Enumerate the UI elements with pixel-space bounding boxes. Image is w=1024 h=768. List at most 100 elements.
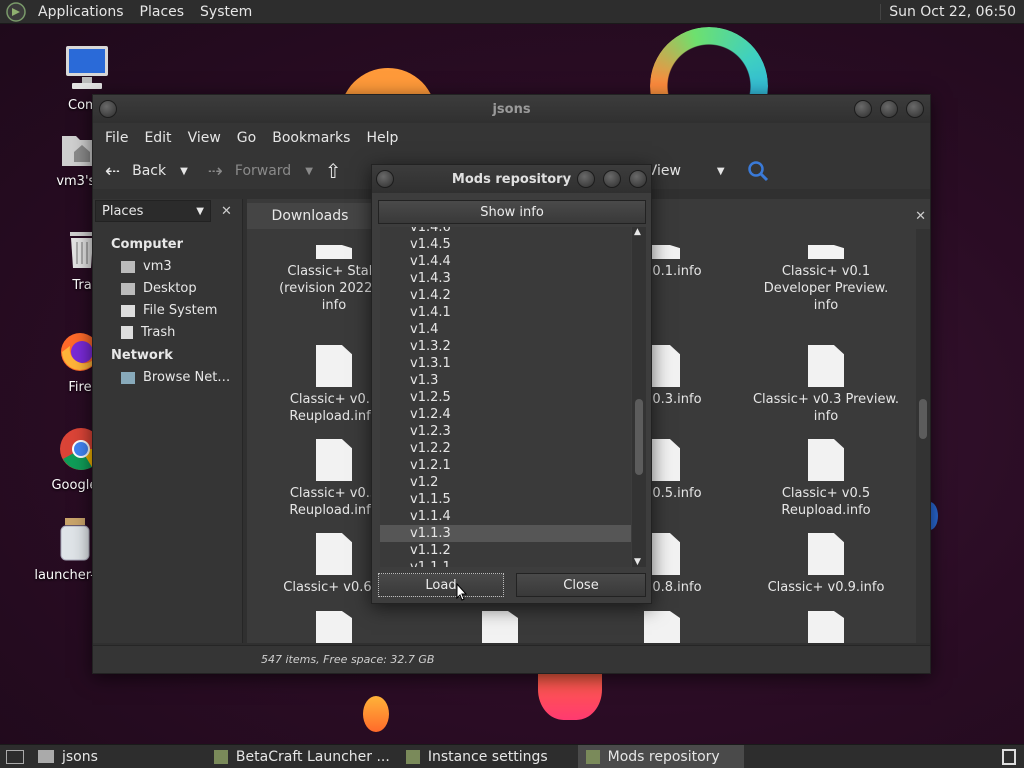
version-list-item[interactable]: v1.1.2 — [380, 542, 631, 559]
menu-help[interactable]: Help — [358, 130, 406, 146]
file-item[interactable]: Classic+ v0.9.info — [751, 533, 901, 596]
sidebar-item-browse-network[interactable]: Browse Net… — [93, 367, 243, 389]
file-item[interactable]: Classic+ v0.1 Developer Preview. info — [751, 245, 901, 314]
taskbar-item-betacraft[interactable]: BetaCraft Launcher ... — [206, 745, 398, 768]
window-title: jsons — [492, 101, 531, 117]
document-icon — [808, 245, 844, 259]
close-button[interactable] — [629, 170, 647, 188]
places-dropdown[interactable]: Places ▼ — [95, 200, 211, 222]
version-list-item[interactable]: v1.3.2 — [380, 338, 631, 355]
close-button[interactable] — [906, 100, 924, 118]
version-list-item[interactable]: v1.2.4 — [380, 406, 631, 423]
view-button[interactable]: View ▼ — [642, 163, 731, 179]
version-list-scrollbar[interactable]: ▲ ▼ — [632, 227, 646, 567]
status-bar: 547 items, Free space: 32.7 GB — [93, 645, 930, 673]
menu-go[interactable]: Go — [229, 130, 264, 146]
show-info-button[interactable]: Show info — [378, 200, 646, 224]
small-blob-decoration — [363, 696, 389, 732]
window-menu-button[interactable] — [376, 170, 394, 188]
version-list-item[interactable]: v1.1.4 — [380, 508, 631, 525]
file-name: Developer Preview. — [763, 281, 889, 296]
file-item[interactable]: Classic+ v0.5 Reupload.info — [751, 439, 901, 519]
menu-file[interactable]: File — [97, 130, 136, 146]
search-icon — [747, 161, 768, 182]
back-button[interactable]: ⇠ Back ▼ — [99, 161, 194, 182]
system-menu[interactable]: System — [192, 4, 260, 20]
file-name: Reupload.info — [781, 503, 871, 518]
version-list-item[interactable]: v1.2.2 — [380, 440, 631, 457]
version-list-item[interactable]: v1.3.1 — [380, 355, 631, 372]
version-list-item[interactable]: v1.4.2 — [380, 287, 631, 304]
sidebar-header: Places ▼ ✕ — [95, 199, 239, 223]
taskbar-item-mods-repository[interactable]: Mods repository — [577, 744, 744, 768]
forward-button[interactable]: ⇢ Forward ▼ — [202, 161, 319, 182]
sidebar-item-label: Browse Net… — [143, 370, 231, 385]
version-list-item[interactable]: v1.4 — [380, 321, 631, 338]
sidebar-item-trash[interactable]: Trash — [93, 322, 243, 344]
top-panel: Applications Places System Sun Oct 22, 0… — [0, 0, 1024, 24]
version-list-item[interactable]: v1.4.3 — [380, 270, 631, 287]
version-list-item[interactable]: v1.2 — [380, 474, 631, 491]
places-label: Places — [102, 203, 144, 219]
file-item[interactable] — [259, 611, 409, 647]
menu-edit[interactable]: Edit — [136, 130, 179, 146]
taskbar-item-instance-settings[interactable]: Instance settings — [398, 745, 556, 768]
downloads-tab[interactable]: Downloads — [247, 203, 373, 229]
version-list-item[interactable]: v1.3 — [380, 372, 631, 389]
file-item[interactable] — [751, 611, 901, 647]
version-list-item[interactable]: v1.4.4 — [380, 253, 631, 270]
places-menu[interactable]: Places — [132, 4, 193, 20]
document-icon — [644, 611, 680, 643]
applications-menu[interactable]: Applications — [30, 4, 132, 20]
minimize-button[interactable] — [577, 170, 595, 188]
up-button[interactable]: ⇧ — [319, 159, 348, 183]
sidebar-item-desktop[interactable]: Desktop — [93, 278, 243, 300]
close-sidebar-icon[interactable]: ✕ — [221, 204, 232, 219]
version-list-item[interactable]: v1.2.3 — [380, 423, 631, 440]
sidebar-item-label: Desktop — [143, 281, 197, 296]
close-tab-icon[interactable]: ✕ — [915, 209, 926, 224]
version-list[interactable]: v1.4.6 v1.4.5 v1.4.4 v1.4.3 v1.4.2 v1.4.1 v1.4… — [380, 227, 631, 567]
maximize-button[interactable] — [880, 100, 898, 118]
file-name: info — [321, 298, 347, 313]
scroll-up-icon[interactable]: ▲ — [634, 227, 641, 237]
scroll-down-icon[interactable]: ▼ — [634, 557, 641, 567]
version-list-item[interactable]: v1.1.5 — [380, 491, 631, 508]
minimize-button[interactable] — [854, 100, 872, 118]
dialog-titlebar[interactable]: Mods repository — [372, 165, 651, 193]
file-scrollbar[interactable] — [916, 229, 930, 643]
app-icon — [585, 749, 600, 764]
show-desktop-button[interactable] — [0, 745, 30, 768]
search-button[interactable] — [741, 160, 775, 182]
file-manager-titlebar[interactable]: jsons — [93, 95, 930, 123]
menu-view[interactable]: View — [180, 130, 229, 146]
taskbar-item-jsons[interactable]: jsons — [30, 745, 106, 768]
maximize-button[interactable] — [603, 170, 621, 188]
workspace-switcher[interactable] — [994, 745, 1024, 768]
version-list-item[interactable]: v1.4.6 — [380, 227, 631, 236]
menu-bookmarks[interactable]: Bookmarks — [264, 130, 358, 146]
version-list-item[interactable]: v1.1.3 — [380, 525, 631, 542]
scroll-thumb[interactable] — [919, 399, 927, 439]
file-item[interactable] — [587, 611, 737, 647]
version-list-item[interactable]: v1.1.1 — [380, 559, 631, 567]
sidebar-item-filesystem[interactable]: File System — [93, 300, 243, 322]
clock[interactable]: Sun Oct 22, 06:50 — [880, 3, 1024, 20]
scroll-thumb[interactable] — [635, 399, 643, 475]
version-list-item[interactable]: v1.4.1 — [380, 304, 631, 321]
version-list-item[interactable]: v1.4.5 — [380, 236, 631, 253]
version-list-item[interactable]: v1.2.5 — [380, 389, 631, 406]
desktop-folder-icon — [121, 282, 135, 295]
load-button[interactable]: Load — [378, 573, 504, 597]
close-dialog-button[interactable]: Close — [516, 573, 646, 597]
file-item[interactable] — [425, 611, 575, 647]
version-list-item[interactable]: v1.2.1 — [380, 457, 631, 474]
file-name: Classic+ v0.9.info — [767, 580, 885, 595]
view-label: View — [647, 163, 681, 179]
window-menu-button[interactable] — [99, 100, 117, 118]
mate-logo-icon[interactable] — [6, 1, 26, 22]
file-item[interactable]: Classic+ v0.3 Preview. info — [751, 345, 901, 425]
taskbar-item-label: Mods repository — [607, 748, 720, 765]
sidebar-item-vm3[interactable]: vm3 — [93, 256, 243, 278]
computer-icon — [66, 46, 108, 89]
